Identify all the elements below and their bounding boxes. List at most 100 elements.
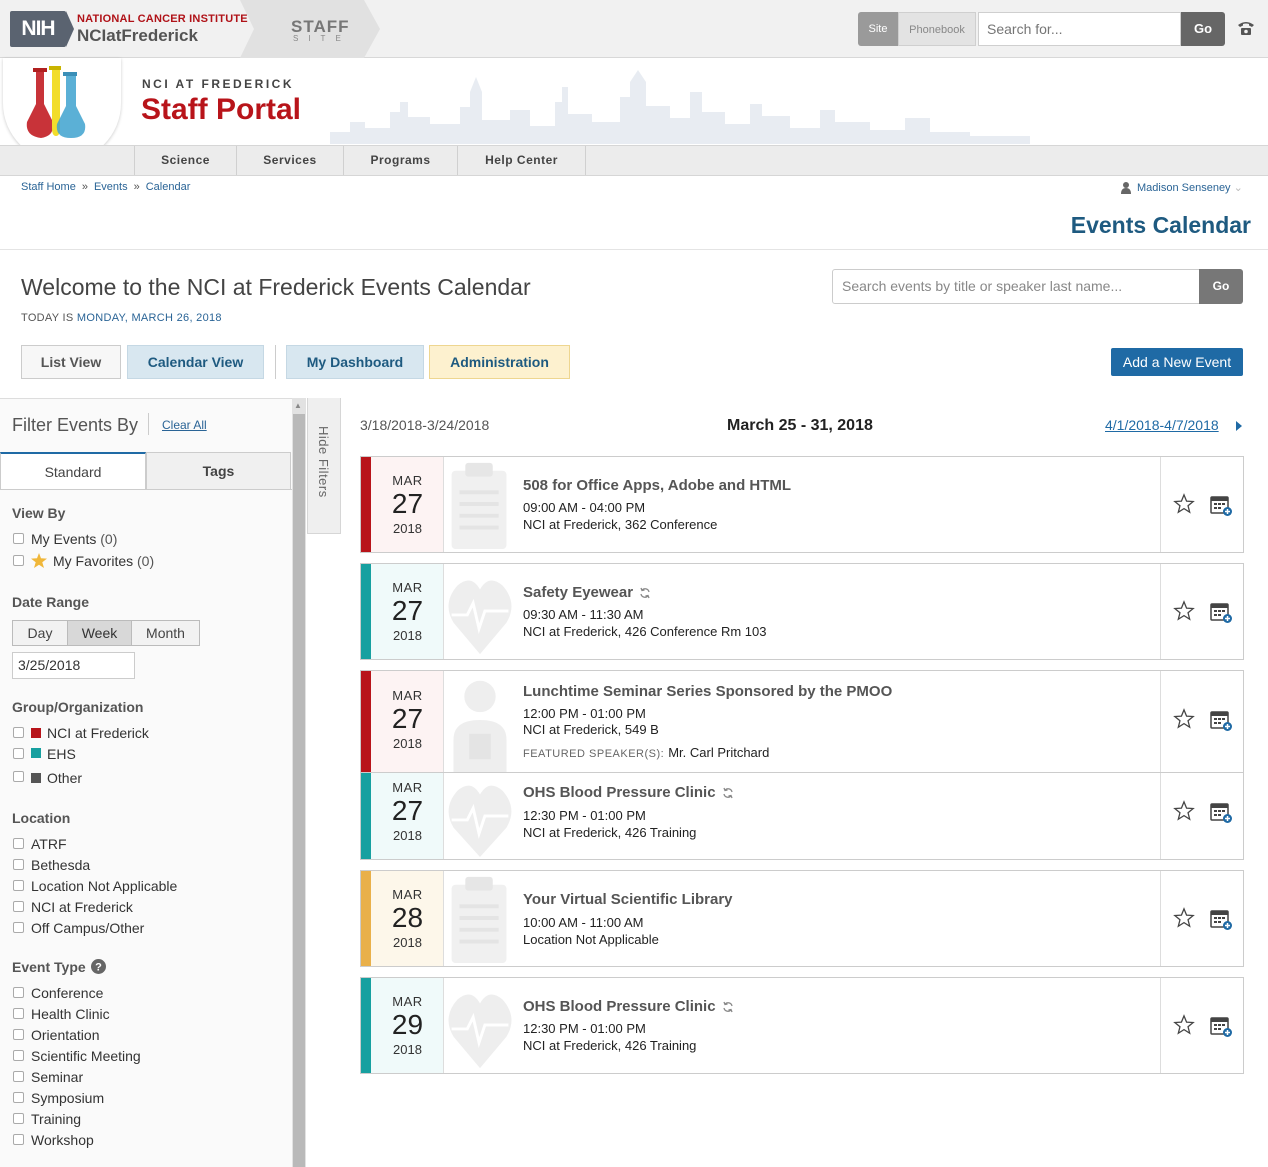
breadcrumb-staff-home[interactable]: Staff Home [21,181,76,193]
event-title[interactable]: OHS Blood Pressure Clinic [523,998,734,1015]
next-arrow-icon[interactable] [1236,421,1242,431]
help-icon[interactable]: ? [91,959,106,974]
event-month: MAR [392,994,423,1009]
favorite-star-icon[interactable] [1173,907,1195,929]
add-to-calendar-icon[interactable] [1209,708,1233,732]
checkbox-type-seminar[interactable] [13,1071,24,1082]
calendar-view-button[interactable]: Calendar View [127,345,264,379]
event-day: 27 [391,795,424,826]
clear-all-link[interactable]: Clear All [162,418,207,432]
my-events-text: My Events [31,531,97,547]
favorite-star-icon[interactable] [1173,600,1195,622]
event-title[interactable]: Safety Eyewear [523,584,651,601]
checkbox-location-nci[interactable] [13,901,24,912]
site-search-input[interactable] [978,12,1181,46]
add-new-event-button[interactable]: Add a New Event [1111,348,1243,376]
event-title[interactable]: 508 for Office Apps, Adobe and HTML [523,477,791,494]
type-label-seminar: Seminar [31,1069,84,1085]
my-events-count: (0) [100,531,118,547]
tab-standard[interactable]: Standard [0,452,146,490]
event-card[interactable]: MAR 27 2018 Safety Eyewear 09:30 AM - 11… [360,563,1244,660]
breadcrumb-events[interactable]: Events [94,181,128,193]
event-card[interactable]: MAR 27 2018 OHS Blood Pressure Clinic 12… [360,772,1244,860]
search-scope-phonebook-button[interactable]: Phonebook [898,12,976,46]
today-date: MONDAY, MARCH 26, 2018 [76,312,222,324]
location-heading: Location [12,810,71,826]
location-label-nci: NCI at Frederick [31,899,133,915]
event-year: 2018 [393,628,422,643]
checkbox-type-workshop[interactable] [13,1134,24,1145]
checkbox-group-ehs[interactable] [13,748,24,759]
date-range-day-button[interactable]: Day [12,620,68,646]
filter-divider [148,413,149,435]
administration-button[interactable]: Administration [429,345,570,379]
header-overline: NCI AT FREDERICK [142,77,294,91]
checkbox-type-scientific-meeting[interactable] [13,1050,24,1061]
add-to-calendar-icon[interactable] [1209,800,1233,824]
event-card[interactable]: MAR 29 2018 OHS Blood Pressure Clinic 12… [360,977,1244,1074]
event-title[interactable]: Your Virtual Scientific Library [523,891,733,908]
add-to-calendar-icon[interactable] [1209,907,1233,931]
checkbox-type-conference[interactable] [13,987,24,998]
checkbox-location-na[interactable] [13,880,24,891]
sidebar-scroll-thumb[interactable] [293,414,305,1167]
event-date: MAR 28 2018 [371,871,444,966]
event-card[interactable]: MAR 27 2018 Lunchtime Seminar Series Spo… [360,670,1244,773]
date-range-month-button[interactable]: Month [131,620,200,646]
next-week-link[interactable]: 4/1/2018-4/7/2018 [1105,417,1219,433]
checkbox-group-other[interactable] [13,771,24,782]
nih-logo[interactable]: NIH [10,11,66,47]
checkbox-location-atrf[interactable] [13,838,24,849]
star-filled-icon [31,553,47,568]
event-month: MAR [392,780,423,795]
favorite-star-icon[interactable] [1173,493,1195,515]
add-to-calendar-icon[interactable] [1209,493,1233,517]
date-range-input[interactable]: 3/25/2018 [12,652,135,679]
scroll-up-arrow-icon[interactable]: ▲ [294,401,302,410]
user-menu[interactable]: Madison Senseney ⌄ [1137,181,1243,194]
event-type-heading: Event Type [12,959,86,975]
checkbox-type-symposium[interactable] [13,1092,24,1103]
phone-icon[interactable] [1236,18,1256,38]
checkbox-location-offcampus[interactable] [13,922,24,933]
event-group-bar [361,773,371,859]
portal-title[interactable]: Staff Portal [141,93,301,127]
my-dashboard-button[interactable]: My Dashboard [286,345,424,379]
checkbox-my-events[interactable] [13,533,24,544]
previous-week-link[interactable]: 3/18/2018-3/24/2018 [360,417,489,433]
hide-filters-toggle[interactable]: Hide Filters [307,398,341,534]
add-to-calendar-icon[interactable] [1209,600,1233,624]
event-group-bar [361,871,371,966]
event-card[interactable]: MAR 28 2018 Your Virtual Scientific Libr… [360,870,1244,967]
group-heading: Group/Organization [12,699,144,715]
nci-frederick-logo-text[interactable]: NCIatFrederick [77,26,198,46]
add-to-calendar-icon[interactable] [1209,1014,1233,1038]
heart-icon [448,994,512,1069]
event-card[interactable]: MAR 27 2018 508 for Office Apps, Adobe a… [360,456,1244,553]
nav-programs[interactable]: Programs [344,146,458,175]
event-title[interactable]: OHS Blood Pressure Clinic [523,784,734,801]
nav-services[interactable]: Services [237,146,344,175]
breadcrumb-calendar[interactable]: Calendar [146,181,191,193]
date-range-week-button[interactable]: Week [67,620,132,646]
checkbox-my-favorites[interactable] [13,555,24,566]
search-scope-site-button[interactable]: Site [858,12,898,46]
nav-help-center[interactable]: Help Center [458,146,586,175]
nav-science[interactable]: Science [134,146,237,175]
checkbox-type-orientation[interactable] [13,1029,24,1040]
tab-tags[interactable]: Tags [146,452,291,490]
speaker-icon [453,680,507,772]
favorite-star-icon[interactable] [1173,708,1195,730]
favorite-star-icon[interactable] [1173,1014,1195,1036]
favorite-star-icon[interactable] [1173,800,1195,822]
checkbox-type-health-clinic[interactable] [13,1008,24,1019]
site-search-go-button[interactable]: Go [1181,12,1225,46]
event-search-go-button[interactable]: Go [1199,269,1243,304]
event-time: 09:00 AM - 04:00 PM [523,500,646,515]
event-title[interactable]: Lunchtime Seminar Series Sponsored by th… [523,683,892,700]
checkbox-location-bethesda[interactable] [13,859,24,870]
list-view-button[interactable]: List View [21,345,121,379]
checkbox-group-nci[interactable] [13,727,24,738]
event-search-input[interactable]: Search events by title or speaker last n… [832,269,1200,304]
checkbox-type-training[interactable] [13,1113,24,1124]
